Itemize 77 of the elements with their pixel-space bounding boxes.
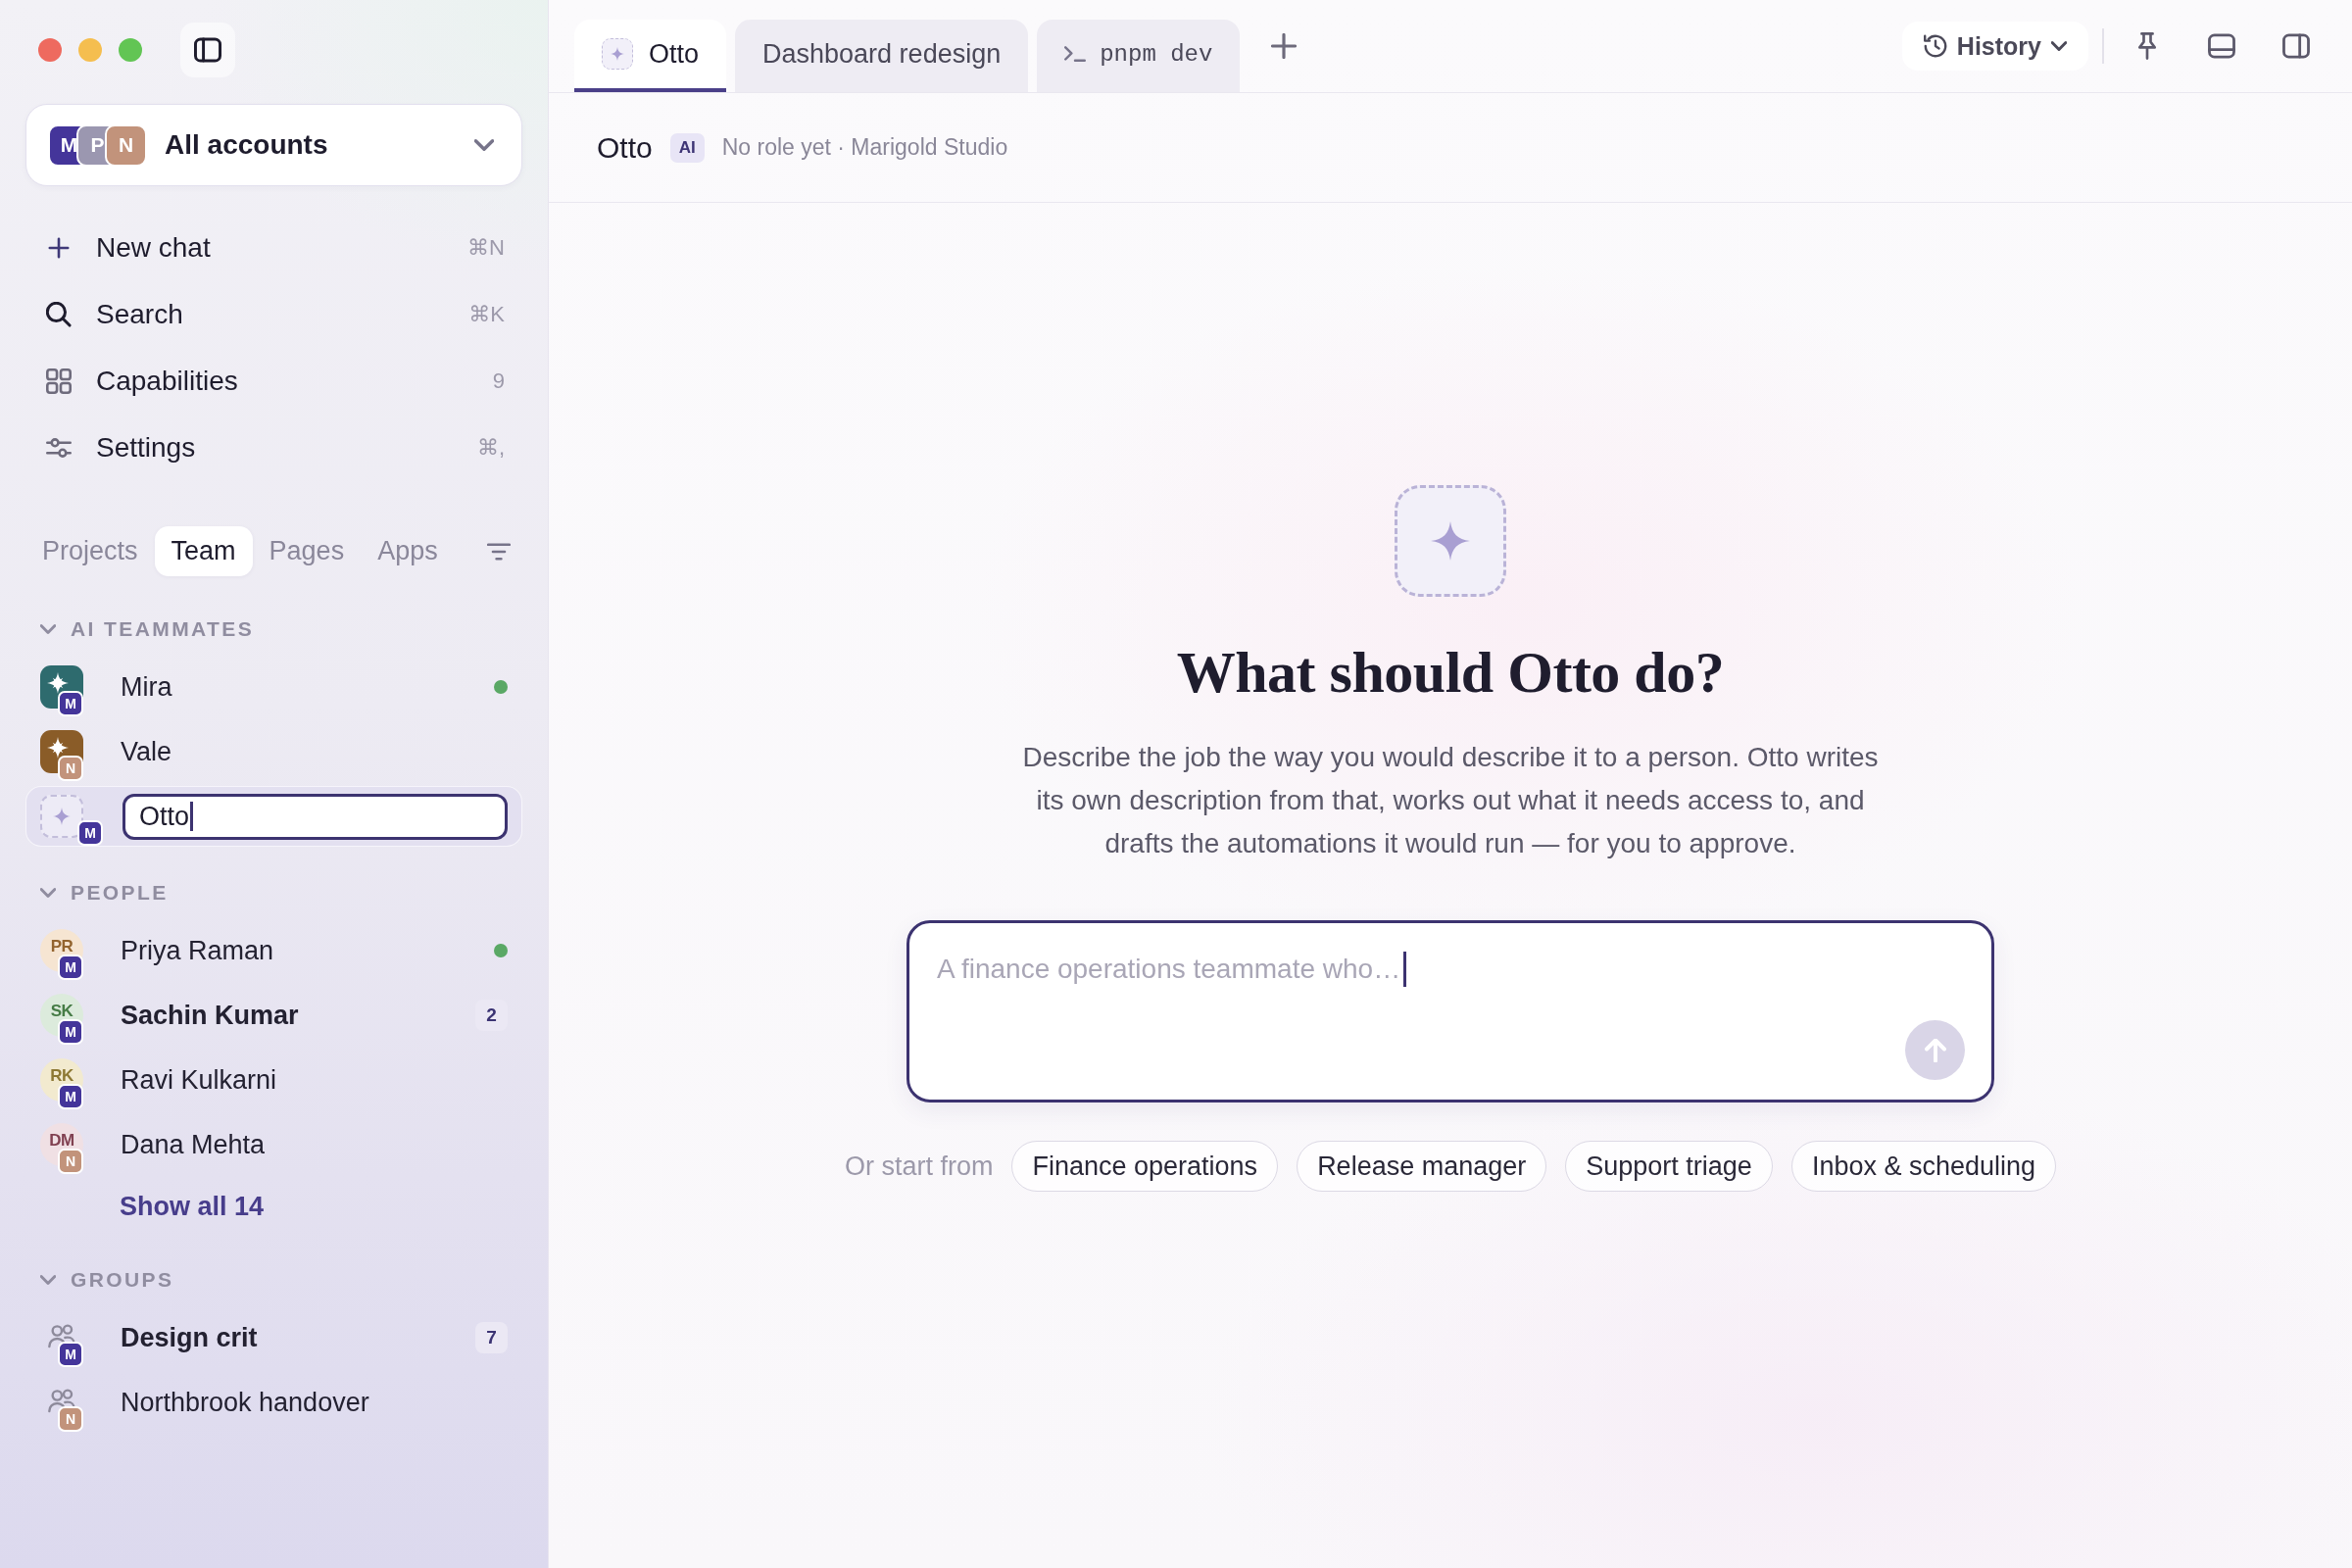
close-window-button[interactable] [38,38,62,62]
ai-badge: AI [669,132,705,163]
nav-item[interactable]: Search ⌘K [25,281,522,348]
count-label: 9 [492,368,505,394]
nav-item[interactable]: Settings ⌘, [25,415,522,481]
unread-count: 7 [475,1322,508,1353]
sliders-icon [46,435,72,461]
right-panel-icon[interactable] [2282,32,2310,60]
editor-tab[interactable]: Otto [574,20,727,92]
agent-name: Otto [597,130,653,165]
prompt-placeholder: A finance operations teammate who… [937,953,1401,986]
team-item[interactable]: PR M Priya Raman [25,918,522,983]
plus-icon[interactable] [1271,33,1298,59]
chevron-down-icon[interactable] [40,624,56,634]
grid-icon [46,368,72,394]
editor-tab[interactable]: pnpm dev [1037,20,1241,92]
sidebar-toggle-button[interactable] [180,23,235,77]
suggestion-chip[interactable]: Inbox & scheduling [1790,1141,2057,1192]
account-badge: M [77,820,103,846]
terminal-icon [1064,43,1087,65]
empty-state-title: What should Otto do? [1176,639,1725,707]
chevron-down-icon[interactable] [40,888,56,898]
unread-count: 2 [475,1000,508,1031]
plus-icon [46,235,72,261]
account-badge: M [58,1019,83,1045]
account-badge: N [58,1149,83,1174]
text-cursor-icon [1403,952,1407,987]
account-badge: N [58,756,83,781]
arrow-up-icon [1923,1038,1947,1062]
show-all-link[interactable]: Show all 14 [120,1191,265,1222]
account-badge: M [58,955,83,980]
shortcut-label: ⌘, [476,435,505,461]
sparkle-placeholder-icon [1395,485,1506,597]
team-item[interactable]: M Otto [25,786,522,847]
suggestion-chip[interactable]: Finance operations [1011,1141,1279,1192]
account-avatar: N [105,123,147,167]
team-item[interactable]: SK M Sachin Kumar 2 [25,983,522,1048]
history-button[interactable]: History [1901,22,2088,71]
chevron-down-icon [2051,38,2067,54]
history-icon [1923,34,1947,58]
minimize-window-button[interactable] [78,38,102,62]
account-switcher[interactable]: M P N All accounts [25,104,522,186]
account-badge: M [58,1342,83,1367]
people-icon [48,1387,75,1414]
account-badge: M [58,1084,83,1109]
team-item[interactable]: M Design crit 7 [25,1305,522,1370]
dashed-sparkle-icon [602,38,633,70]
text-cursor-icon [190,802,194,831]
team-item[interactable]: N Vale [25,719,522,784]
team-item[interactable]: N Northbrook handover [25,1370,522,1435]
bottom-panel-icon[interactable] [2208,32,2235,60]
nav-item[interactable]: New chat ⌘N [25,215,522,281]
section-title: AI TEAMMATES [71,617,255,641]
account-badge: N [58,1406,83,1432]
empty-state-description: Describe the job the way you would describe it to a person. Otto writes its own description from that, works out what it needs access to, and drafts the automations it would run — for you to approve. [1021,741,1880,860]
shortcut-label: ⌘K [468,302,505,327]
team-item[interactable]: M Mira [25,655,522,719]
team-item[interactable]: DM N Dana Mehta [25,1112,522,1177]
sidebar-icon [194,36,221,64]
search-icon [46,302,72,327]
editor-tab[interactable]: Dashboard redesign [735,20,1029,92]
people-icon [48,1322,75,1349]
name-input[interactable]: Otto [122,793,508,840]
suggestions-label: Or start from [844,1151,994,1182]
section-title: GROUPS [71,1268,174,1292]
agent-subtitle: No role yet · Marigold Studio [721,134,1008,161]
dashed-sparkle-icon [40,795,83,838]
chevron-down-icon[interactable] [40,1275,56,1285]
shortcut-label: ⌘N [467,235,505,261]
sidebar-tab[interactable]: Team [154,526,253,576]
account-badge: M [58,691,83,716]
section-title: PEOPLE [71,881,169,905]
team-item[interactable]: RK M Ravi Kulkarni [25,1048,522,1112]
suggestion-chip[interactable]: Release manager [1297,1141,1547,1192]
suggestion-chip[interactable]: Support triage [1565,1141,1773,1192]
zoom-window-button[interactable] [119,38,142,62]
nav-item[interactable]: Capabilities 9 [25,348,522,415]
